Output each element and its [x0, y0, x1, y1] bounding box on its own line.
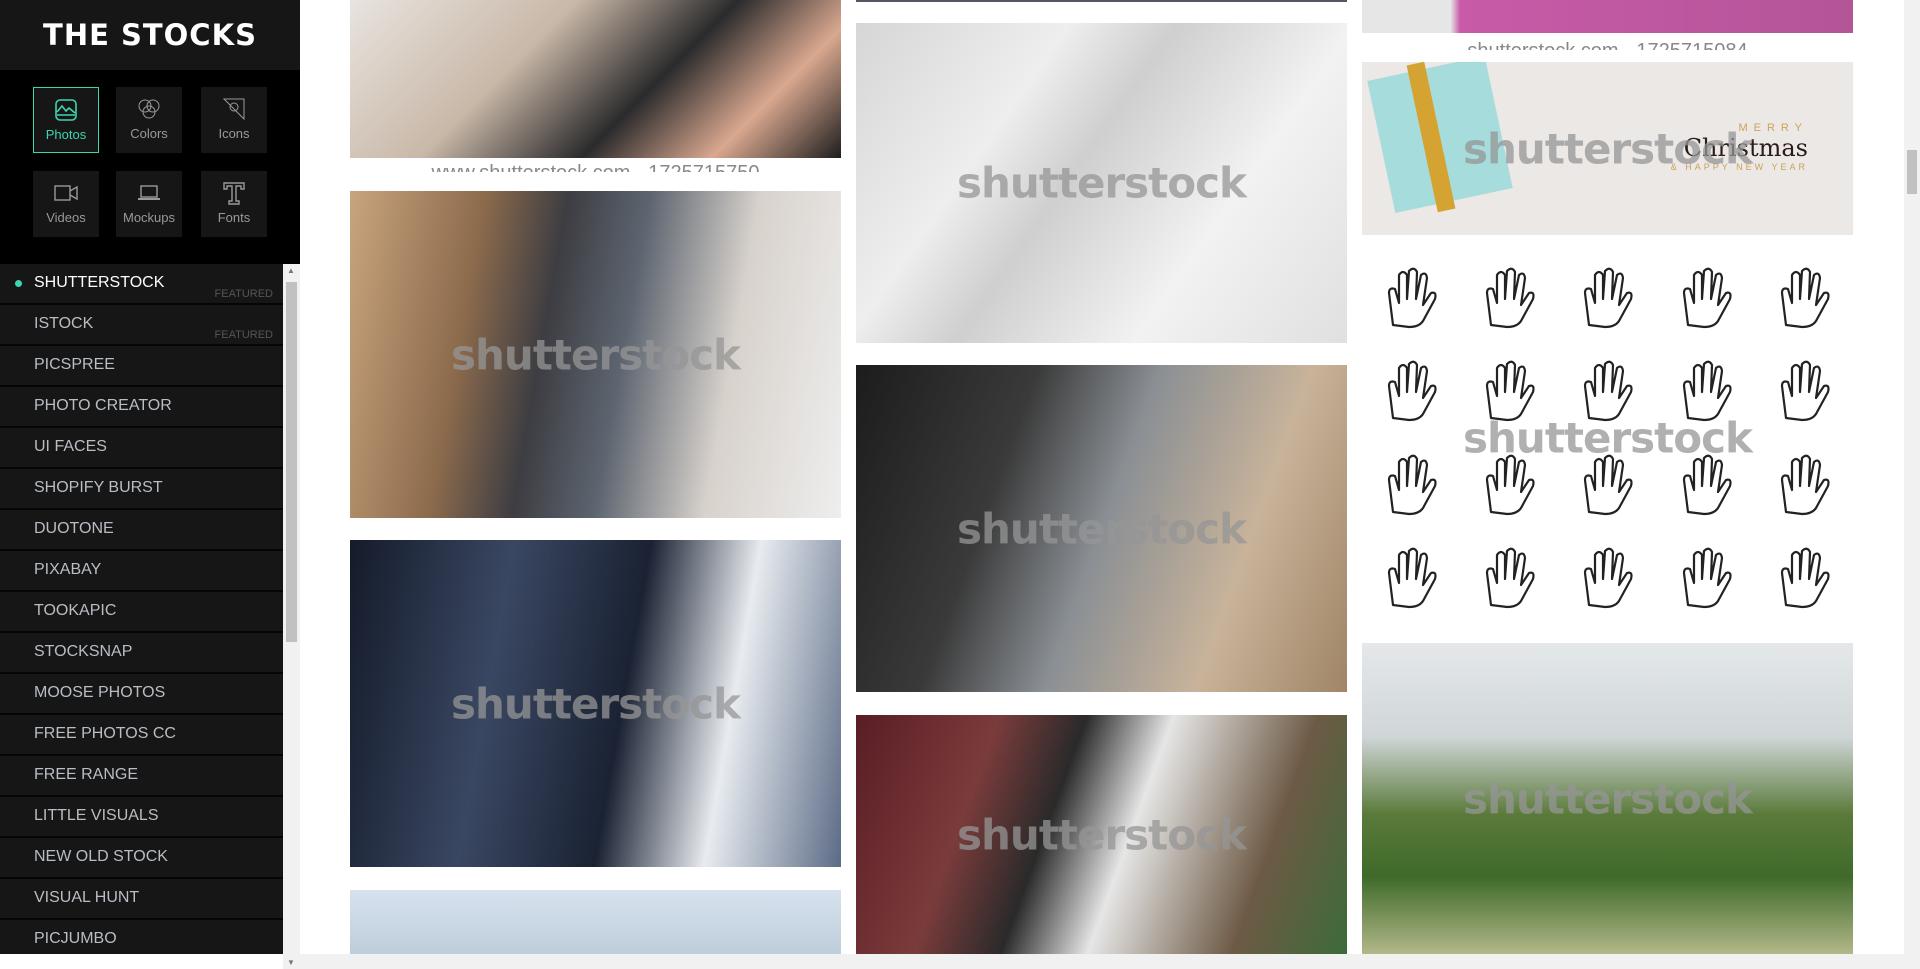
photo-tile[interactable]: [350, 0, 841, 158]
photo-gallery: www.shutterstock.com · 1725715750 shutte…: [300, 0, 1904, 954]
font-icon: [223, 182, 245, 205]
watermark: shutterstock: [451, 330, 741, 379]
source-label: DUOTONE: [34, 520, 114, 537]
source-item-ui-faces[interactable]: UI FACES: [0, 428, 283, 469]
category-grid: Photos Colors Icons Videos Mockups Fonts: [0, 70, 300, 264]
featured-badge: FEATURED: [214, 329, 273, 341]
source-item-little-visuals[interactable]: LITTLE VISUALS: [0, 797, 283, 838]
sidebar-scrollbar[interactable]: ▲ ▼: [283, 264, 300, 969]
category-icons[interactable]: Icons: [201, 87, 267, 153]
source-item-moose-photos[interactable]: MOOSE PHOTOS: [0, 674, 283, 715]
watermark: shutterstock: [1463, 413, 1753, 463]
source-item-free-photos-cc[interactable]: FREE PHOTOS CC: [0, 715, 283, 756]
icons-icon: [222, 98, 245, 121]
watermark: shutterstock: [1463, 774, 1753, 824]
source-item-free-range[interactable]: FREE RANGE: [0, 756, 283, 797]
category-videos[interactable]: Videos: [33, 171, 99, 237]
photo-tile[interactable]: shutterstock: [350, 540, 841, 867]
photo-caption: shutterstock.com · 1725715084: [1362, 38, 1853, 50]
category-label: Colors: [130, 126, 168, 141]
source-list: SHUTTERSTOCK FEATURED ISTOCK FEATURED PICSPR…: [0, 264, 283, 954]
category-label: Mockups: [122, 210, 176, 225]
video-camera-icon: [54, 185, 78, 201]
source-label: VISUAL HUNT: [34, 889, 140, 906]
photo-tile[interactable]: shutterstock: [1362, 251, 1853, 625]
source-label: MOOSE PHOTOS: [34, 684, 166, 701]
category-label: Icons: [218, 126, 250, 141]
source-label: NEW OLD STOCK: [34, 848, 168, 865]
scroll-up-arrow[interactable]: ▲: [287, 266, 295, 275]
watermark: shutterstock: [957, 810, 1247, 860]
watermark: shutterstock: [957, 158, 1247, 208]
photo-tile[interactable]: shutterstock: [856, 365, 1347, 692]
photo-caption: www.shutterstock.com · 1725715750: [350, 160, 841, 172]
photo-tile[interactable]: shutterstock: [1362, 643, 1853, 954]
source-label: STOCKSNAP: [34, 643, 133, 660]
source-item-picjumbo[interactable]: PICJUMBO: [0, 920, 283, 954]
category-label: Fonts: [217, 210, 251, 225]
photo-tile[interactable]: shutterstock: [856, 715, 1347, 954]
hand-washing-icon: [1460, 532, 1558, 626]
source-item-duotone[interactable]: DUOTONE: [0, 510, 283, 551]
source-item-shutterstock[interactable]: SHUTTERSTOCK FEATURED: [0, 264, 283, 305]
hand-washing-icon: [1755, 532, 1853, 626]
colors-icon: [138, 99, 160, 119]
scroll-down-arrow[interactable]: ▼: [287, 958, 295, 967]
category-mockups[interactable]: Mockups: [116, 171, 182, 237]
site-logo[interactable]: THE STOCKS: [0, 0, 300, 70]
hand-washing-icon: [1657, 532, 1755, 626]
hand-washing-icon: [1558, 251, 1656, 345]
photo-icon: [55, 99, 77, 121]
category-label: Videos: [46, 210, 86, 225]
source-label: PICSPREE: [34, 356, 115, 373]
page-scrollbar[interactable]: [1904, 0, 1920, 954]
laptop-icon: [138, 185, 160, 200]
source-item-new-old-stock[interactable]: NEW OLD STOCK: [0, 838, 283, 879]
photo-tile[interactable]: [350, 890, 841, 954]
hand-washing-icon: [1755, 251, 1853, 345]
page-scroll-thumb[interactable]: [1907, 150, 1917, 194]
watermark: shutterstock: [1463, 124, 1753, 173]
active-dot-icon: [15, 280, 22, 287]
source-label: FREE RANGE: [34, 766, 139, 783]
source-item-istock[interactable]: ISTOCK FEATURED: [0, 305, 283, 346]
source-label: ISTOCK: [34, 315, 94, 332]
hand-washing-icon: [1362, 532, 1460, 626]
source-label: SHUTTERSTOCK: [34, 274, 165, 291]
source-item-visual-hunt[interactable]: VISUAL HUNT: [0, 879, 283, 920]
source-label: TOOKAPIC: [34, 602, 117, 619]
source-label: FREE PHOTOS CC: [34, 725, 176, 742]
source-label: UI FACES: [34, 438, 107, 455]
source-item-picspree[interactable]: PICSPREE: [0, 346, 283, 387]
source-item-tookapic[interactable]: TOOKAPIC: [0, 592, 283, 633]
hand-washing-icon: [1558, 532, 1656, 626]
category-fonts[interactable]: Fonts: [201, 171, 267, 237]
watermark: shutterstock: [451, 679, 741, 728]
source-label: LITTLE VISUALS: [34, 807, 159, 824]
hand-washing-icon: [1362, 251, 1460, 345]
watermark: shutterstock: [957, 504, 1247, 553]
hand-washing-icon: [1460, 251, 1558, 345]
source-item-pixabay[interactable]: PIXABAY: [0, 551, 283, 592]
featured-badge: FEATURED: [214, 288, 273, 300]
source-label: PHOTO CREATOR: [34, 397, 172, 414]
photo-tile[interactable]: shutterstock: [350, 191, 841, 518]
photo-tile[interactable]: shutterstock: [856, 23, 1347, 343]
sidebar-scroll-thumb[interactable]: [286, 282, 297, 642]
source-label: SHOPIFY BURST: [34, 479, 163, 496]
source-label: PIXABAY: [34, 561, 102, 578]
category-colors[interactable]: Colors: [116, 87, 182, 153]
source-label: PICJUMBO: [34, 930, 117, 947]
photo-tile[interactable]: [1362, 0, 1853, 33]
category-photos[interactable]: Photos: [33, 87, 99, 153]
photo-tile[interactable]: MERRY Christmas & HAPPY NEW YEAR shutter…: [1362, 62, 1853, 235]
category-label: Photos: [45, 127, 87, 142]
source-item-stocksnap[interactable]: STOCKSNAP: [0, 633, 283, 674]
sidebar: THE STOCKS Photos Colors Icons Videos Mockup…: [0, 0, 300, 969]
horizontal-scrollbar[interactable]: [300, 954, 1920, 969]
photo-tile[interactable]: [856, 0, 1347, 2]
source-item-shopify-burst[interactable]: SHOPIFY BURST: [0, 469, 283, 510]
source-item-photo-creator[interactable]: PHOTO CREATOR: [0, 387, 283, 428]
hand-washing-icon: [1657, 251, 1755, 345]
